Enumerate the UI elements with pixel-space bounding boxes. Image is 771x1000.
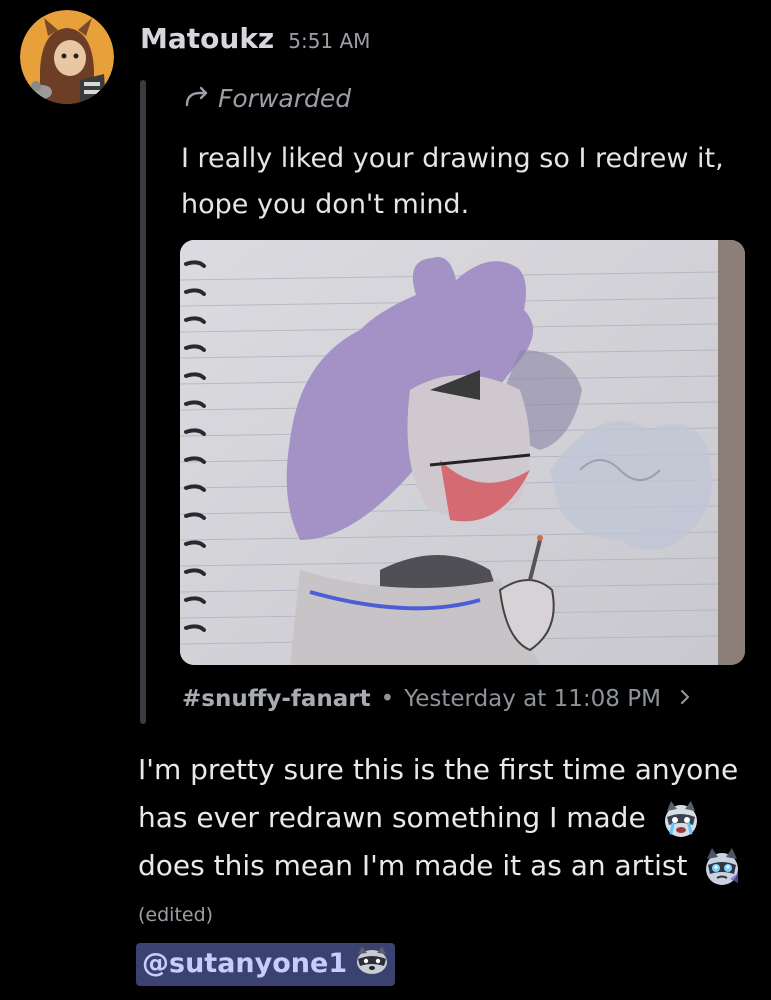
message-body: I'm pretty sure this is the first time a… xyxy=(138,746,748,939)
mention-text: @sutanyone1 xyxy=(142,948,348,979)
forward-arrow-icon xyxy=(184,84,210,113)
raccoon-emoji xyxy=(355,945,389,982)
raccoon-teary-emoji[interactable] xyxy=(702,847,742,887)
raccoon-crying-emoji[interactable] xyxy=(661,799,701,839)
edited-tag: (edited) xyxy=(138,904,214,926)
forwarded-label: Forwarded xyxy=(184,84,351,113)
user-avatar[interactable] xyxy=(20,10,114,104)
message-header: Matoukz 5:51 AM xyxy=(140,22,370,55)
forward-quote-bar xyxy=(140,80,146,724)
message-text-part1: I'm pretty sure this is the first time a… xyxy=(138,753,739,834)
source-timestamp: Yesterday at 11:08 PM xyxy=(404,686,661,712)
user-mention[interactable]: @sutanyone1 xyxy=(136,943,396,986)
forwarded-text: Forwarded xyxy=(218,84,352,113)
username[interactable]: Matoukz xyxy=(140,22,274,55)
drawing-attachment-image[interactable] xyxy=(180,240,745,665)
message-timestamp: 5:51 AM xyxy=(288,29,371,53)
chevron-right-icon[interactable] xyxy=(679,686,691,712)
source-channel-link[interactable]: #snuffy-fanart xyxy=(182,686,371,712)
message-text-part2: does this mean I'm made it as an artist xyxy=(138,849,688,882)
separator-dot: • xyxy=(380,686,395,712)
forwarded-message-text: I really liked your drawing so I redrew … xyxy=(181,143,724,220)
mention-row: @sutanyone1 xyxy=(136,943,396,986)
chat-message: Matoukz 5:51 AM Forwarded I really liked… xyxy=(0,0,771,1000)
forwarded-source[interactable]: #snuffy-fanart • Yesterday at 11:08 PM xyxy=(182,686,691,712)
